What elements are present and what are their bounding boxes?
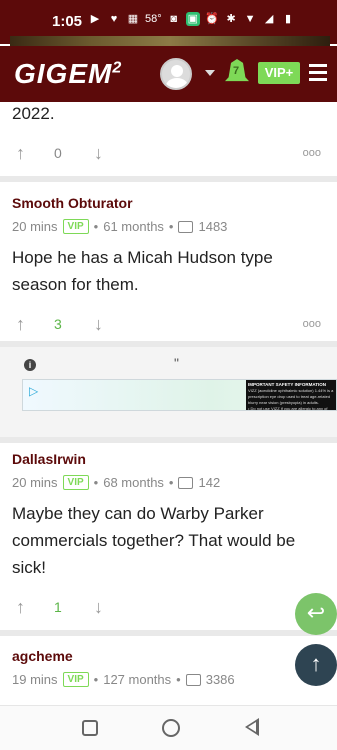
ad-heading: IMPORTANT SAFETY INFORMATION [248,382,326,387]
post-username[interactable]: DallasIrwin [12,451,325,467]
separator-dot: • [176,672,181,687]
chevron-down-icon[interactable] [205,70,215,76]
post-meta: 19 mins VIP • 127 months • 3386 [12,672,325,687]
divider [0,176,337,182]
post-item: DallasIrwin 20 mins VIP • 68 months • 14… [0,451,337,619]
post-count: 142 [198,475,221,490]
site-header: GIGEM2 7 VIP+ [0,46,337,102]
vote-bar: ↑ 3 ↓ ooo [12,312,325,336]
comment-icon [178,476,194,489]
bluetooth-icon: ✱ [226,13,236,25]
separator-dot: • [168,475,174,490]
upvote-icon[interactable]: ↑ [16,314,25,335]
recents-icon[interactable] [82,720,98,736]
system-nav-bar [0,705,337,750]
menu-icon[interactable] [309,64,327,85]
separator-dot: • [93,475,99,490]
post-time: 20 mins [12,219,58,234]
ad-container: i " ▷ IMPORTANT SAFETY INFORMATION VIZZ … [0,347,337,437]
ad-safety-info: IMPORTANT SAFETY INFORMATION VIZZ (acecl… [246,380,336,411]
separator-dot: • [93,219,99,234]
post-meta: 20 mins VIP • 61 months • 1483 [12,219,325,234]
vip-badge: VIP [62,219,89,234]
scroll-top-button[interactable]: ↑ [295,644,337,686]
post-tenure: 68 months [103,475,164,490]
post-username[interactable]: agcheme [12,648,325,664]
more-options-icon[interactable]: ooo [303,147,321,159]
arrow-up-icon: ↑ [310,651,322,676]
vote-bar: ↑ 1 ↓ [12,595,325,619]
post-username[interactable]: Smooth Obturator [12,195,325,211]
home-icon[interactable] [162,719,180,737]
logo-text: GIGEM [14,58,113,89]
post-tenure: 61 months [103,219,164,234]
separator-dot: • [93,672,99,687]
ad-line2: • Do not use VIZZ if you are allergic to… [248,406,328,411]
alarm-icon: ⏰ [205,13,219,25]
ad-line1: VIZZ (aceclidine ophthalmic solution) 1.… [248,388,334,405]
separator-dot: • [168,219,174,234]
qr-icon: ▦ [127,13,139,25]
downvote-icon[interactable]: ↓ [94,143,103,164]
back-icon[interactable] [245,718,259,736]
vote-count: 0 [54,145,62,161]
logo-superscript: 2 [112,59,123,77]
vip-plus-button[interactable]: VIP+ [258,62,300,84]
camera-icon: ◙ [170,13,177,25]
upvote-icon[interactable]: ↑ [16,597,25,618]
post-body: 2022. [12,104,55,123]
notification-count: 7 [233,65,240,77]
vote-count: 1 [54,599,62,615]
ad-choices-icon[interactable]: ▷ [29,384,38,398]
wifi-icon: ▼ [244,13,256,25]
signal-icon: ◢ [264,13,274,25]
avatar[interactable] [160,58,192,90]
ad-quote-mark: " [174,355,179,371]
post-body: Hope he has a Micah Hudson type season f… [12,248,273,294]
post-body: Maybe they can do Warby Parker commercia… [12,504,296,577]
post-item: Smooth Obturator 20 mins VIP • 61 months… [0,195,337,336]
reply-button[interactable]: ↩ [295,593,337,635]
vip-badge: VIP [62,672,89,687]
comment-icon [185,673,201,686]
post-time: 20 mins [12,475,58,490]
post-item: agcheme 19 mins VIP • 127 months • 3386 [0,648,337,687]
vote-bar: ↑ 0 ↓ ooo [12,141,325,165]
post-time: 19 mins [12,672,58,687]
ad-banner[interactable]: ▷ IMPORTANT SAFETY INFORMATION VIZZ (ace… [22,379,337,411]
upvote-icon[interactable]: ↑ [16,143,25,164]
more-options-icon[interactable]: ooo [303,318,321,330]
reply-icon: ↩ [306,600,326,625]
youtube-icon: ▶ [90,13,100,25]
post-meta: 20 mins VIP • 68 months • 142 [12,475,325,490]
battery-icon: ▮ [285,13,292,25]
comment-icon [178,220,194,233]
post-tenure: 127 months [103,672,172,687]
temperature-label: 58° [145,13,162,25]
status-icons: ▶ ♥ ▦ 58° ◙ ▣ ⏰ ✱ ▼ ◢ ▮ [88,12,295,26]
post-count: 1483 [198,219,228,234]
heart-icon: ♥ [110,13,118,25]
downvote-icon[interactable]: ↓ [94,314,103,335]
vip-badge: VIP [62,475,89,490]
post-count: 3386 [205,672,235,687]
vote-count: 3 [54,316,62,332]
post-item: 2022. ↑ 0 ↓ ooo [0,100,337,165]
divider [0,630,337,636]
info-icon[interactable]: i [24,359,36,371]
downvote-icon[interactable]: ↓ [94,597,103,618]
banner-image-strip [10,36,330,46]
status-time: 1:05 [52,13,83,30]
app-icon: ▣ [185,12,201,26]
site-logo[interactable]: GIGEM2 [14,58,122,90]
divider [0,437,337,443]
